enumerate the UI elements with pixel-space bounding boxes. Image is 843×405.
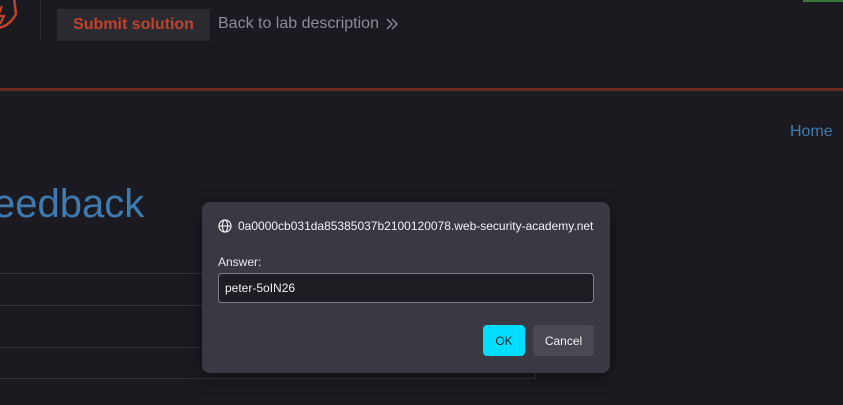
back-link-label: Back to lab description (218, 15, 379, 32)
form-field-border (0, 378, 536, 379)
dialog-origin: 0a0000cb031da85385037b2100120078.web-sec… (218, 219, 593, 233)
lab-header: Submit solution Back to lab description (0, 0, 843, 91)
prompt-dialog: 0a0000cb031da85385037b2100120078.web-sec… (202, 202, 610, 373)
answer-input[interactable] (218, 273, 594, 303)
globe-icon (218, 219, 232, 233)
ok-button[interactable]: OK (483, 325, 525, 356)
back-to-lab-description-link[interactable]: Back to lab description (218, 15, 399, 33)
header-divider (40, 0, 41, 40)
answer-label: Answer: (218, 255, 262, 269)
page-title: eedback (0, 182, 145, 226)
submit-solution-button[interactable]: Submit solution (57, 9, 210, 41)
dialog-origin-text: 0a0000cb031da85385037b2100120078.web-sec… (238, 219, 594, 233)
submit-solution-label: Submit solution (73, 16, 194, 33)
header-rule (0, 88, 843, 91)
lab-logo-icon[interactable] (0, 0, 22, 34)
home-link[interactable]: Home (790, 123, 833, 141)
cancel-button[interactable]: Cancel (533, 325, 594, 356)
double-chevron-right-icon (386, 18, 398, 30)
status-accent-bar (803, 0, 843, 2)
